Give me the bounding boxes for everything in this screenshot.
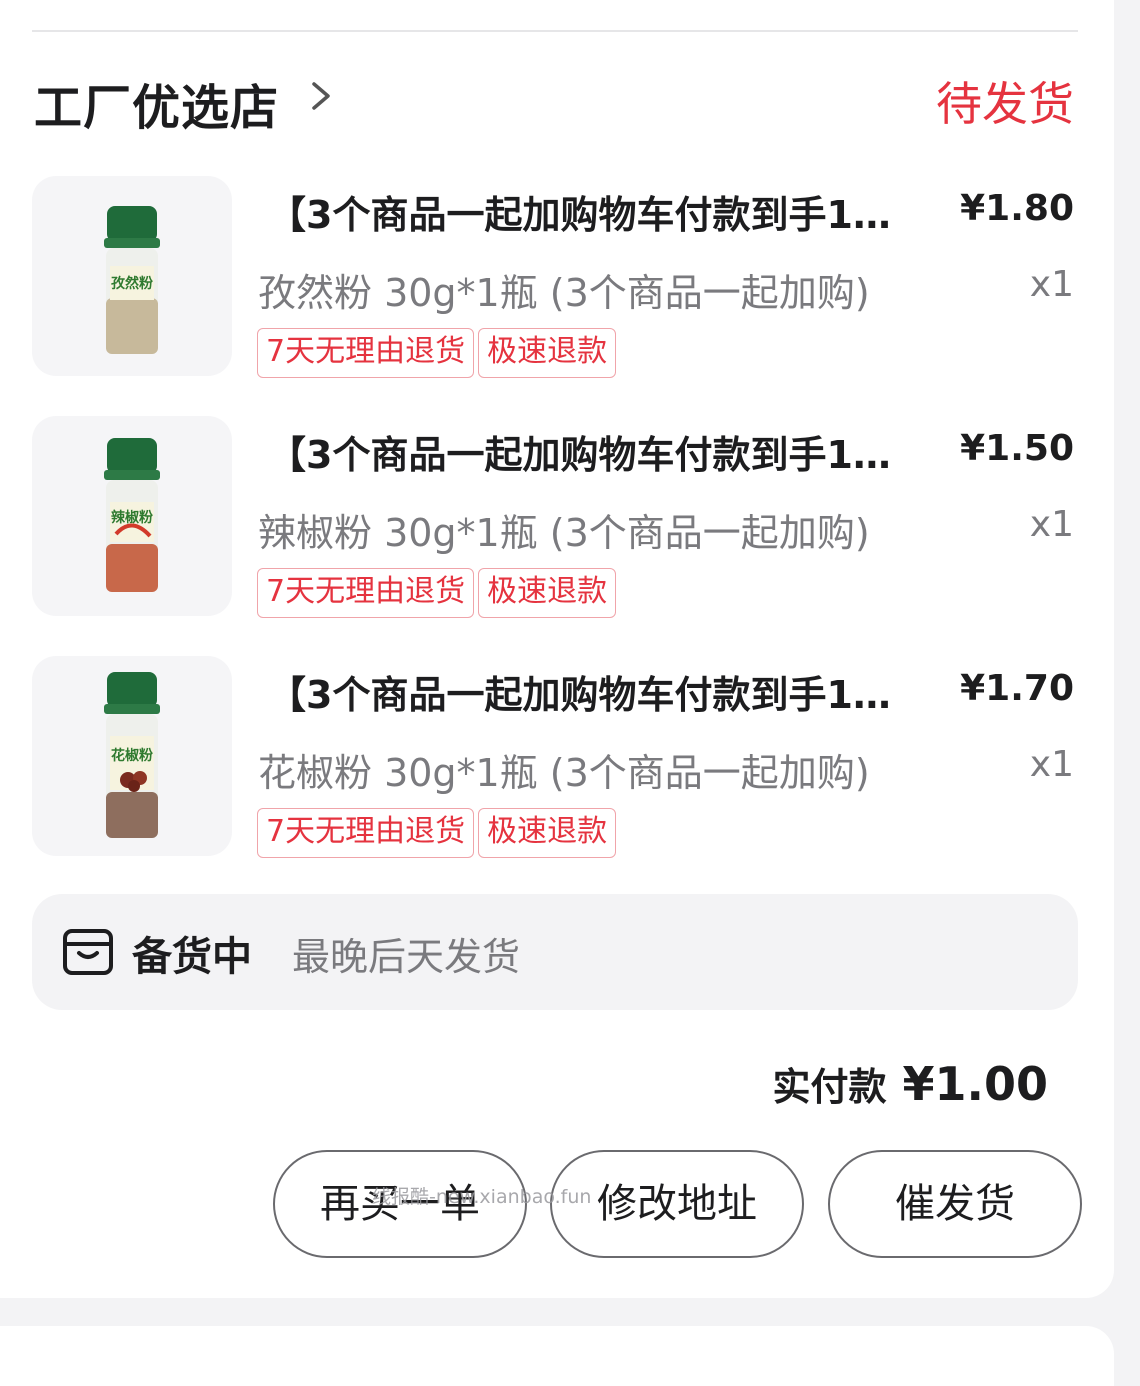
change-address-button[interactable]: 修改地址 (550, 1150, 804, 1258)
powder-fill (106, 792, 158, 838)
product-title[interactable]: 【3个商品一起加购物车付款到手1元】花椒粉 (268, 664, 920, 719)
rebuy-button[interactable]: 再买一单 (273, 1150, 527, 1258)
tag-fast-refund: 极速退款 (478, 568, 617, 618)
spice-bottle-image: 孜然粉 (104, 206, 160, 354)
product-spec: 花椒粉 30g*1瓶 (3个商品一起加购) (258, 751, 870, 795)
order-item[interactable]: 辣椒粉 【3个商品一起加购物车付款到手1元】辣椒粉 ¥1.50 辣椒粉 30g*… (32, 416, 1078, 618)
product-label-text: 孜然粉 (111, 275, 153, 292)
order-item[interactable]: 花椒粉 【3个商品一起加购物车付款到手1元】花椒粉 ¥1.70 花椒粉 30g*… (32, 656, 1078, 858)
tag-fast-refund: 极速退款 (478, 808, 617, 858)
product-price: ¥1.50 (960, 428, 1074, 469)
product-price: ¥1.80 (960, 188, 1074, 229)
service-tags: 7天无理由退货 极速退款 (257, 808, 620, 858)
powder-fill (106, 544, 158, 592)
store-name[interactable]: 工厂优选店 (34, 68, 279, 138)
package-box-icon (63, 929, 113, 975)
order-status: 待发货 (936, 77, 1074, 131)
next-order-card (0, 1326, 1114, 1386)
order-card: 工厂优选店 待发货 孜然粉 【3个商品一起加购物车付款到手1元】孜然粉 ¥1.8… (0, 0, 1114, 1298)
chevron-right-icon[interactable] (302, 76, 342, 116)
urge-shipping-button[interactable]: 催发货 (828, 1150, 1082, 1258)
divider (32, 30, 1078, 32)
tag-return-policy: 7天无理由退货 (257, 568, 475, 618)
product-quantity: x1 (1029, 504, 1074, 545)
tag-fast-refund: 极速退款 (478, 328, 617, 378)
product-label-text: 辣椒粉 (111, 509, 153, 526)
spice-bottle-image: 花椒粉 (104, 672, 160, 838)
service-tags: 7天无理由退货 极速退款 (257, 328, 620, 378)
product-image[interactable]: 辣椒粉 (32, 416, 232, 616)
tag-return-policy: 7天无理由退货 (257, 328, 475, 378)
product-spec: 辣椒粉 30g*1瓶 (3个商品一起加购) (258, 511, 870, 555)
product-price: ¥1.70 (960, 668, 1074, 709)
product-image[interactable]: 花椒粉 (32, 656, 232, 856)
product-label-text: 花椒粉 (111, 747, 153, 764)
product-quantity: x1 (1029, 264, 1074, 305)
product-image[interactable]: 孜然粉 (32, 176, 232, 376)
spice-bottle-image: 辣椒粉 (104, 438, 160, 592)
product-spec: 孜然粉 30g*1瓶 (3个商品一起加购) (258, 271, 870, 315)
product-title[interactable]: 【3个商品一起加购物车付款到手1元】孜然粉 (268, 184, 920, 239)
shipping-status-box[interactable]: 备货中 最晚后天发货 (32, 894, 1078, 1010)
product-quantity: x1 (1029, 744, 1074, 785)
tag-return-policy: 7天无理由退货 (257, 808, 475, 858)
paid-amount: ¥1.00 (902, 1057, 1048, 1111)
powder-fill (106, 298, 158, 354)
paid-label: 实付款 (772, 1065, 887, 1109)
shipping-status: 备货中 (132, 934, 252, 980)
payment-summary: 实付款 ¥1.00 (772, 1056, 1048, 1116)
store-header[interactable]: 工厂优选店 待发货 (34, 64, 1078, 136)
service-tags: 7天无理由退货 极速退款 (257, 568, 620, 618)
shipping-note: 最晚后天发货 (292, 935, 521, 979)
order-item[interactable]: 孜然粉 【3个商品一起加购物车付款到手1元】孜然粉 ¥1.80 孜然粉 30g*… (32, 176, 1078, 378)
product-title[interactable]: 【3个商品一起加购物车付款到手1元】辣椒粉 (268, 424, 920, 479)
